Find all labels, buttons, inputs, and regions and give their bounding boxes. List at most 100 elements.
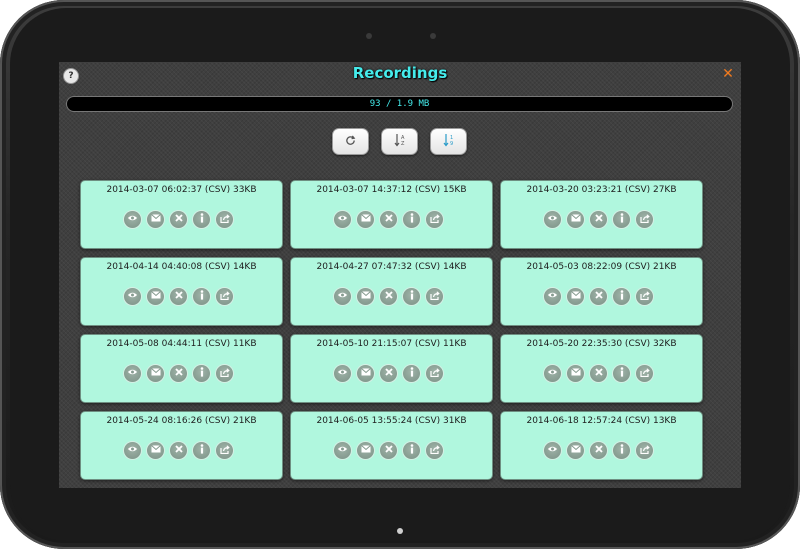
info-button[interactable] <box>613 442 630 459</box>
info-button[interactable] <box>193 442 210 459</box>
sort-by-date-button[interactable]: 1 9 <box>430 128 467 155</box>
recording-label: 2014-05-08 04:44:11 (CSV) 11KB <box>106 339 257 349</box>
share-button[interactable] <box>636 211 653 228</box>
info-button[interactable] <box>613 211 630 228</box>
delete-button[interactable] <box>380 211 397 228</box>
recording-label: 2014-05-10 21:15:07 (CSV) 11KB <box>316 339 467 349</box>
close-icon[interactable]: ✕ <box>722 67 734 81</box>
email-button[interactable] <box>357 211 374 228</box>
delete-button[interactable] <box>380 442 397 459</box>
info-button[interactable] <box>613 288 630 305</box>
envelope-icon <box>360 291 371 302</box>
x-icon <box>594 291 603 302</box>
share-button[interactable] <box>636 365 653 382</box>
delete-button[interactable] <box>380 365 397 382</box>
info-button[interactable] <box>403 288 420 305</box>
delete-button[interactable] <box>590 211 607 228</box>
share-button[interactable] <box>636 442 653 459</box>
info-button[interactable] <box>193 288 210 305</box>
info-button[interactable] <box>403 211 420 228</box>
email-button[interactable] <box>357 365 374 382</box>
recording-card[interactable]: 2014-05-24 08:16:26 (CSV) 21KB <box>80 411 283 480</box>
view-button[interactable] <box>124 442 141 459</box>
view-button[interactable] <box>544 211 561 228</box>
recordings-grid: 2014-03-07 06:02:37 (CSV) 33KB 2014-03-0… <box>80 180 703 480</box>
share-button[interactable] <box>426 288 443 305</box>
view-button[interactable] <box>124 365 141 382</box>
email-button[interactable] <box>567 211 584 228</box>
recording-card[interactable]: 2014-03-07 06:02:37 (CSV) 33KB <box>80 180 283 249</box>
email-button[interactable] <box>357 288 374 305</box>
delete-button[interactable] <box>170 211 187 228</box>
email-button[interactable] <box>147 288 164 305</box>
delete-button[interactable] <box>380 288 397 305</box>
view-button[interactable] <box>124 211 141 228</box>
view-button[interactable] <box>334 365 351 382</box>
recording-card[interactable]: 2014-04-14 04:40:08 (CSV) 14KB <box>80 257 283 326</box>
share-button[interactable] <box>426 365 443 382</box>
delete-button[interactable] <box>590 442 607 459</box>
sort-numeric-icon: 1 9 <box>443 133 455 150</box>
share-button[interactable] <box>636 288 653 305</box>
delete-button[interactable] <box>170 442 187 459</box>
recording-card[interactable]: 2014-05-08 04:44:11 (CSV) 11KB <box>80 334 283 403</box>
info-icon <box>200 213 204 226</box>
delete-button[interactable] <box>170 365 187 382</box>
share-button[interactable] <box>426 442 443 459</box>
email-button[interactable] <box>567 288 584 305</box>
share-icon <box>219 367 230 380</box>
recording-card[interactable]: 2014-05-03 08:22:09 (CSV) 21KB <box>500 257 703 326</box>
info-button[interactable] <box>613 365 630 382</box>
share-button[interactable] <box>216 288 233 305</box>
x-icon <box>174 445 183 456</box>
share-button[interactable] <box>216 442 233 459</box>
share-button[interactable] <box>216 211 233 228</box>
email-button[interactable] <box>357 442 374 459</box>
info-icon <box>410 367 414 380</box>
email-button[interactable] <box>147 442 164 459</box>
recording-card[interactable]: 2014-03-20 03:23:21 (CSV) 27KB <box>500 180 703 249</box>
delete-button[interactable] <box>170 288 187 305</box>
refresh-button[interactable] <box>332 128 369 155</box>
storage-usage-bar: 93 / 1.9 MB <box>66 96 733 112</box>
delete-button[interactable] <box>590 288 607 305</box>
info-button[interactable] <box>403 442 420 459</box>
email-button[interactable] <box>147 365 164 382</box>
recording-card[interactable]: 2014-05-20 22:35:30 (CSV) 32KB <box>500 334 703 403</box>
recording-card[interactable]: 2014-03-07 14:37:12 (CSV) 15KB <box>290 180 493 249</box>
share-icon <box>429 444 440 457</box>
envelope-icon <box>150 368 161 379</box>
info-button[interactable] <box>193 211 210 228</box>
recording-card[interactable]: 2014-06-05 13:55:24 (CSV) 31KB <box>290 411 493 480</box>
share-button[interactable] <box>216 365 233 382</box>
envelope-icon <box>570 291 581 302</box>
page-title: Recordings <box>352 64 448 82</box>
eye-icon <box>547 445 558 456</box>
email-button[interactable] <box>147 211 164 228</box>
info-icon <box>410 213 414 226</box>
envelope-icon <box>150 445 161 456</box>
svg-text:Z: Z <box>401 141 405 147</box>
recording-card[interactable]: 2014-04-27 07:47:32 (CSV) 14KB <box>290 257 493 326</box>
app-screen: ? Recordings ✕ 93 / 1.9 MB A Z 1 9 2014-… <box>59 62 741 488</box>
view-button[interactable] <box>544 288 561 305</box>
email-button[interactable] <box>567 442 584 459</box>
view-button[interactable] <box>334 211 351 228</box>
email-button[interactable] <box>567 365 584 382</box>
view-button[interactable] <box>544 365 561 382</box>
view-button[interactable] <box>544 442 561 459</box>
view-button[interactable] <box>124 288 141 305</box>
recording-card[interactable]: 2014-06-18 12:57:24 (CSV) 13KB <box>500 411 703 480</box>
eye-icon <box>547 368 558 379</box>
view-button[interactable] <box>334 288 351 305</box>
share-icon <box>219 444 230 457</box>
recording-card[interactable]: 2014-05-10 21:15:07 (CSV) 11KB <box>290 334 493 403</box>
delete-button[interactable] <box>590 365 607 382</box>
share-button[interactable] <box>426 211 443 228</box>
sort-by-name-button[interactable]: A Z <box>381 128 418 155</box>
view-button[interactable] <box>334 442 351 459</box>
eye-icon <box>127 214 138 225</box>
x-icon <box>594 445 603 456</box>
info-button[interactable] <box>193 365 210 382</box>
info-button[interactable] <box>403 365 420 382</box>
